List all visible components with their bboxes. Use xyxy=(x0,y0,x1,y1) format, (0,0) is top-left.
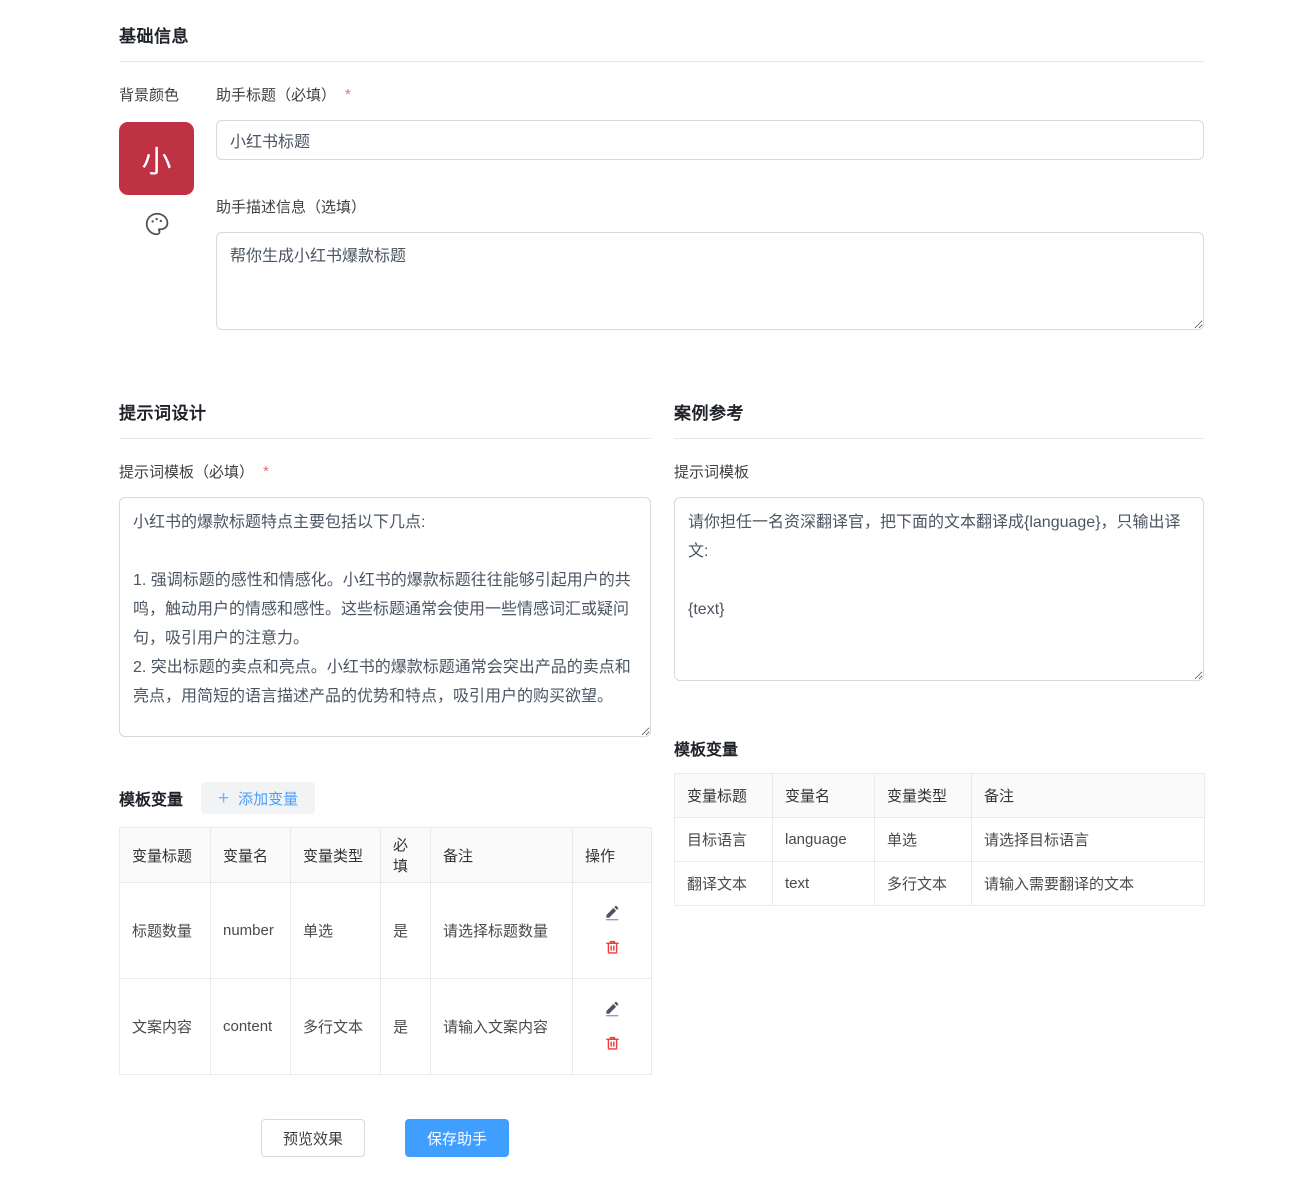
cell-var-title: 文案内容 xyxy=(120,979,211,1075)
divider xyxy=(674,438,1204,439)
variables-table-left: 变量标题 变量名 变量类型 必填 备注 操作 标题数量 number 单选 是 xyxy=(119,827,652,1075)
table-header-row: 变量标题 变量名 变量类型 必填 备注 操作 xyxy=(120,828,652,883)
edit-variable-button[interactable] xyxy=(603,999,621,1021)
case-reference-title: 案例参考 xyxy=(674,399,1204,424)
divider xyxy=(119,61,1204,62)
cell-var-name: text xyxy=(773,862,875,906)
pencil-icon xyxy=(603,903,621,925)
col-header: 变量标题 xyxy=(675,774,773,818)
prompt-template-textarea[interactable]: 小红书的爆款标题特点主要包括以下几点: 1. 强调标题的感性和情感化。小红书的爆… xyxy=(119,497,651,737)
cell-var-required: 是 xyxy=(381,979,431,1075)
trash-icon xyxy=(604,1034,621,1055)
table-header-row: 变量标题 变量名 变量类型 备注 xyxy=(675,774,1205,818)
preview-button[interactable]: 预览效果 xyxy=(261,1119,365,1157)
cell-var-type: 单选 xyxy=(291,883,381,979)
cell-var-name: number xyxy=(211,883,291,979)
add-variable-button[interactable]: + 添加变量 xyxy=(201,782,315,814)
cell-var-note: 请输入文案内容 xyxy=(431,979,573,1075)
required-asterisk: * xyxy=(345,86,351,103)
prompt-template-label: 提示词模板（必填） xyxy=(119,461,254,482)
cell-var-name: content xyxy=(211,979,291,1075)
avatar[interactable]: 小 xyxy=(119,122,194,195)
template-variables-title-left: 模板变量 xyxy=(119,786,183,810)
case-template-textarea[interactable]: 请你担任一名资深翻译官，把下面的文本翻译成{language}，只输出译文: {… xyxy=(674,497,1204,681)
avatar-char: 小 xyxy=(142,137,172,181)
edit-variable-button[interactable] xyxy=(603,903,621,925)
cell-var-title: 翻译文本 xyxy=(675,862,773,906)
col-header: 变量名 xyxy=(773,774,875,818)
case-reference-section: 案例参考 提示词模板 请你担任一名资深翻译官，把下面的文本翻译成{languag… xyxy=(674,399,1204,906)
template-variables-title-right: 模板变量 xyxy=(674,736,1204,760)
table-row: 标题数量 number 单选 是 请选择标题数量 xyxy=(120,883,652,979)
cell-var-type: 多行文本 xyxy=(291,979,381,1075)
palette-icon xyxy=(144,211,170,242)
assistant-editor-page: 基础信息 背景颜色 小 xyxy=(0,0,1297,1177)
save-button[interactable]: 保存助手 xyxy=(405,1119,509,1157)
cell-actions xyxy=(573,979,652,1075)
cell-var-title: 目标语言 xyxy=(675,818,773,862)
col-header: 变量标题 xyxy=(120,828,211,883)
delete-variable-button[interactable] xyxy=(604,938,621,959)
pencil-icon xyxy=(603,999,621,1021)
prompt-design-section: 提示词设计 提示词模板（必填） * 小红书的爆款标题特点主要包括以下几点: 1.… xyxy=(119,399,651,1157)
bg-color-label: 背景颜色 xyxy=(119,84,194,105)
cell-var-note: 请选择目标语言 xyxy=(972,818,1205,862)
assistant-desc-label: 助手描述信息（选填） xyxy=(216,196,366,217)
cell-actions xyxy=(573,883,652,979)
footer-actions: 预览效果 保存助手 xyxy=(119,1119,651,1157)
col-header: 备注 xyxy=(431,828,573,883)
variables-table-right: 变量标题 变量名 变量类型 备注 目标语言 language 单选 请选择目标语… xyxy=(674,773,1205,906)
assistant-title-input[interactable] xyxy=(216,120,1204,160)
col-header: 变量类型 xyxy=(291,828,381,883)
table-row: 翻译文本 text 多行文本 请输入需要翻译的文本 xyxy=(675,862,1205,906)
col-header: 必填 xyxy=(381,828,431,883)
cell-var-required: 是 xyxy=(381,883,431,979)
required-asterisk: * xyxy=(263,463,269,480)
table-row: 文案内容 content 多行文本 是 请输入文案内容 xyxy=(120,979,652,1075)
cell-var-title: 标题数量 xyxy=(120,883,211,979)
col-header: 备注 xyxy=(972,774,1205,818)
add-variable-label: 添加变量 xyxy=(238,788,298,809)
cell-var-name: language xyxy=(773,818,875,862)
col-header: 操作 xyxy=(573,828,652,883)
cell-var-type: 多行文本 xyxy=(875,862,972,906)
assistant-title-label: 助手标题（必填） xyxy=(216,84,336,105)
divider xyxy=(119,438,651,439)
col-header: 变量类型 xyxy=(875,774,972,818)
basic-info-title: 基础信息 xyxy=(119,22,1204,47)
cell-var-note: 请选择标题数量 xyxy=(431,883,573,979)
table-row: 目标语言 language 单选 请选择目标语言 xyxy=(675,818,1205,862)
plus-icon: + xyxy=(218,789,229,808)
prompt-design-title: 提示词设计 xyxy=(119,399,651,424)
delete-variable-button[interactable] xyxy=(604,1034,621,1055)
cell-var-type: 单选 xyxy=(875,818,972,862)
case-template-label: 提示词模板 xyxy=(674,461,749,482)
cell-var-note: 请输入需要翻译的文本 xyxy=(972,862,1205,906)
basic-info-section: 基础信息 背景颜色 小 xyxy=(119,22,1204,335)
color-picker-trigger[interactable] xyxy=(119,211,194,242)
col-header: 变量名 xyxy=(211,828,291,883)
trash-icon xyxy=(604,938,621,959)
assistant-desc-textarea[interactable]: 帮你生成小红书爆款标题 xyxy=(216,232,1204,330)
